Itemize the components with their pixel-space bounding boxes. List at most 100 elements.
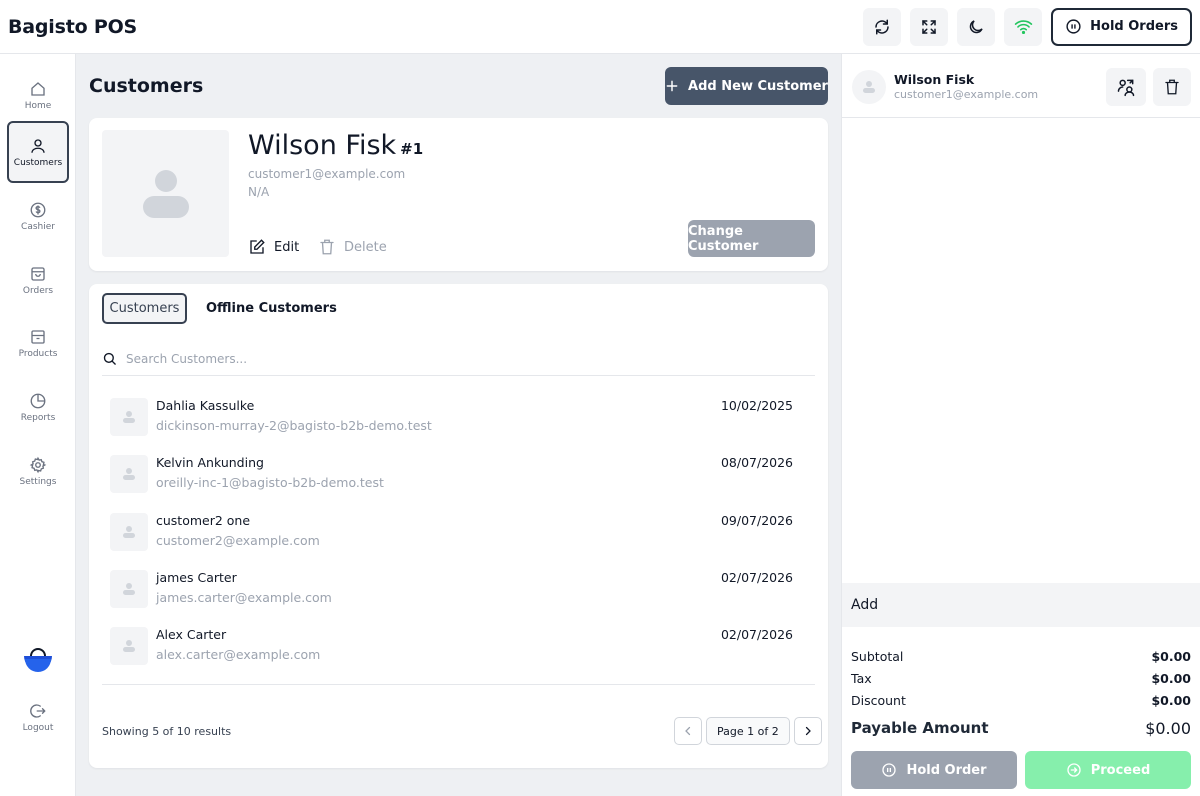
refresh-icon: [875, 19, 889, 34]
sidebar: Home Customers Cashier Orders Products R…: [0, 54, 76, 796]
sidebar-item-products[interactable]: Products: [7, 312, 69, 374]
hold-orders-button[interactable]: Hold Orders: [1051, 7, 1192, 46]
sidebar-item-home[interactable]: Home: [7, 64, 69, 126]
results-count: Showing 5 of 10 results: [102, 725, 232, 738]
hold-order-button[interactable]: Hold Order: [851, 751, 1017, 789]
app-title: Bagisto POS: [8, 15, 138, 38]
list-item[interactable]: Dahlia Kassulke dickinson-murray-2@bagis…: [102, 388, 815, 445]
list-item[interactable]: customer2 one customer2@example.com 09/0…: [102, 503, 815, 560]
logout-icon: [30, 703, 46, 718]
trash-icon: [1165, 79, 1179, 95]
payable-row: Payable Amount $0.00: [851, 719, 1191, 738]
order-totals: Subtotal $0.00 Tax $0.00 Discount $0.00 …: [851, 645, 1191, 739]
customer-row-email: alex.carter@example.com: [156, 647, 321, 663]
proceed-button[interactable]: Proceed: [1025, 751, 1191, 789]
customer-row-email: customer2@example.com: [156, 532, 320, 548]
customer-row-email: james.carter@example.com: [156, 589, 332, 605]
hold-order-label: Hold Order: [906, 762, 987, 778]
sidebar-item-orders[interactable]: Orders: [7, 249, 69, 311]
sidebar-item-cashier[interactable]: Cashier: [7, 185, 69, 247]
list-item[interactable]: Alex Carter alex.carter@example.com 02/0…: [102, 617, 815, 674]
refresh-button[interactable]: [863, 7, 902, 46]
hold-orders-label: Hold Orders: [1090, 19, 1178, 34]
next-page-button[interactable]: [793, 717, 822, 745]
add-new-customer-label: Add New Customer: [688, 78, 828, 94]
switch-customer-button[interactable]: [1106, 68, 1146, 106]
customer-row-name: customer2 one: [156, 512, 251, 528]
sidebar-item-label: Settings: [19, 476, 57, 487]
cart-panel: Wilson Fisk customer1@example.com Add Su…: [841, 54, 1200, 796]
prev-page-button[interactable]: [674, 717, 702, 745]
plus-icon: [666, 80, 678, 92]
page-indicator: Page 1 of 2: [706, 717, 790, 745]
customer-row-date: 10/02/2025: [720, 398, 793, 413]
network-status-button[interactable]: [1004, 7, 1043, 46]
customer-name-heading: Wilson Fisk #1: [248, 130, 423, 161]
tax-row: Tax $0.00: [851, 667, 1191, 689]
top-actions: Hold Orders: [863, 7, 1192, 46]
row-avatar: [110, 569, 148, 608]
sidebar-item-label: Home: [24, 100, 52, 111]
customer-phone: N/A: [248, 185, 270, 199]
fullscreen-icon: [922, 19, 936, 34]
change-customer-button[interactable]: Change Customer: [688, 220, 815, 257]
pagination: Page 1 of 2: [674, 717, 822, 745]
clear-cart-button[interactable]: [1153, 68, 1191, 106]
cart-header: Wilson Fisk customer1@example.com: [842, 54, 1200, 118]
main-content: Customers Add New Customer Wilson Fisk #1…: [76, 54, 841, 796]
customer-row-name: james Carter: [156, 569, 237, 585]
chevron-left-icon: [685, 726, 691, 736]
user-avatar-bag-icon[interactable]: [22, 644, 54, 676]
customer-row-date: 09/07/2026: [720, 512, 793, 528]
customer-row-name: Alex Carter: [156, 627, 227, 643]
gear-icon: [29, 456, 47, 473]
sidebar-item-label: Cashier: [21, 221, 55, 232]
customer-row-date: 02/07/2026: [720, 627, 793, 643]
dark-mode-button[interactable]: [957, 7, 996, 46]
add-new-customer-button[interactable]: Add New Customer: [665, 67, 828, 105]
sidebar-item-settings[interactable]: Settings: [7, 440, 69, 502]
subtotal-label: Subtotal: [851, 648, 904, 664]
payable-label: Payable Amount: [851, 719, 989, 737]
subtotal-value: $0.00: [1151, 648, 1191, 664]
sidebar-item-reports[interactable]: Reports: [7, 376, 69, 438]
user-icon: [31, 138, 45, 153]
list-item[interactable]: Kelvin Ankunding oreilly-inc-1@bagisto-b…: [102, 445, 815, 502]
user-placeholder-icon: [123, 582, 135, 595]
payable-value: $0.00: [1145, 719, 1191, 738]
customer-email: customer1@example.com: [248, 167, 406, 181]
proceed-label: Proceed: [1090, 762, 1151, 778]
cart-customer-avatar: [852, 70, 886, 104]
discount-label: Discount: [851, 692, 906, 708]
trash-icon: [320, 239, 334, 255]
arrow-right-circle-icon: [1067, 763, 1081, 777]
box-icon: [31, 329, 45, 344]
fullscreen-button[interactable]: [910, 7, 949, 46]
delete-customer-button[interactable]: Delete: [318, 238, 387, 256]
sidebar-item-label: Customers: [13, 157, 63, 168]
bag-icon: [31, 266, 45, 281]
delete-label: Delete: [344, 239, 387, 255]
customers-list-card: Customers Offline Customers Dahlia Kassu…: [89, 284, 828, 768]
sidebar-item-logout[interactable]: Logout: [7, 686, 69, 748]
pie-chart-icon: [30, 393, 46, 408]
subtotal-row: Subtotal $0.00: [851, 645, 1191, 667]
customer-list: Dahlia Kassulke dickinson-murray-2@bagis…: [102, 388, 815, 674]
list-item[interactable]: james Carter james.carter@example.com 02…: [102, 560, 815, 617]
edit-icon: [250, 239, 265, 254]
add-section[interactable]: Add: [842, 583, 1200, 627]
tab-customers[interactable]: Customers: [102, 293, 187, 324]
pause-circle-icon: [1066, 19, 1081, 34]
search-input[interactable]: [126, 351, 726, 366]
tab-offline-customers[interactable]: Offline Customers: [206, 293, 337, 324]
row-avatar: [110, 398, 148, 436]
home-icon: [31, 81, 45, 96]
user-placeholder-icon: [123, 640, 135, 653]
wifi-icon: [1014, 20, 1032, 35]
edit-customer-button[interactable]: Edit: [248, 238, 299, 256]
search-icon: [103, 352, 116, 365]
sidebar-item-label: Logout: [22, 722, 54, 733]
tax-value: $0.00: [1151, 670, 1191, 686]
sidebar-item-customers[interactable]: Customers: [7, 121, 69, 183]
page-title: Customers: [89, 75, 204, 97]
